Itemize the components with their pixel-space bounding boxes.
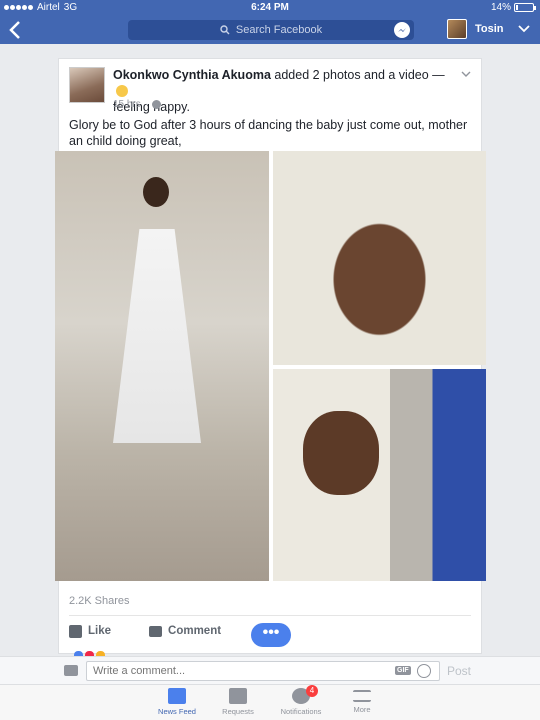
friend-requests-icon — [229, 688, 247, 704]
status-bar: Airtel 3G 6:24 PM 14% — [0, 0, 540, 16]
tab-label: Notifications — [280, 707, 322, 716]
profile-avatar — [447, 19, 467, 39]
public-globe-icon — [152, 100, 162, 109]
tab-label: News Feed — [158, 707, 196, 716]
news-feed-icon — [168, 688, 186, 704]
newborn-photo[interactable] — [273, 151, 486, 365]
like-label: Like — [88, 625, 112, 637]
like-button[interactable]: Like — [69, 624, 112, 638]
tab-label: More — [353, 705, 371, 714]
smiley-feeling-icon — [116, 85, 128, 97]
top-nav-bar: Search Facebook Tosin — [0, 16, 540, 44]
post-header: Okonkwo Cynthia Akuoma added 2 photos an… — [113, 67, 453, 115]
tab-more[interactable]: More — [322, 688, 402, 714]
comment-bar: GIF Post — [0, 656, 540, 684]
more-options-button[interactable]: ••• — [251, 623, 291, 647]
post-text: Glory be to God after 3 hours of dancing… — [69, 118, 468, 148]
video-figure-head — [143, 177, 169, 207]
post-card: Okonkwo Cynthia Akuoma added 2 photos an… — [55, 58, 486, 654]
thumbs-up-icon — [69, 624, 82, 638]
profile-name: Tosin — [475, 23, 504, 35]
search-placeholder: Search Facebook — [235, 24, 323, 36]
author-name[interactable]: Okonkwo Cynthia Akuoma — [113, 68, 271, 82]
clock: 6:24 PM — [251, 2, 289, 13]
search-bar[interactable]: Search Facebook — [128, 20, 414, 40]
messenger-icon[interactable] — [394, 22, 410, 38]
comment-label: Comment — [168, 625, 222, 637]
dancing-video[interactable] — [55, 151, 269, 581]
comment-input[interactable] — [86, 661, 440, 681]
nav-chevron-down-icon[interactable] — [518, 22, 530, 36]
comment-button[interactable]: Comment — [149, 625, 221, 637]
battery-status: 14% — [490, 2, 536, 13]
globe-notifications-icon: 4 — [292, 685, 318, 704]
post-time[interactable]: 15 hrs — [113, 99, 141, 110]
profile-shortcut[interactable]: Tosin — [447, 19, 504, 39]
search-icon — [220, 25, 230, 35]
emoji-icon[interactable] — [417, 664, 431, 678]
tab-label: Requests — [222, 707, 254, 716]
post-activity: added 2 photos and a video — — [274, 68, 445, 82]
video-figure-dress — [113, 229, 201, 443]
author-avatar[interactable] — [69, 67, 105, 103]
post-meta: 15 hrs · — [113, 99, 162, 110]
baby-face — [303, 411, 379, 495]
camera-icon[interactable] — [64, 665, 78, 676]
meta-separator: · — [144, 99, 149, 110]
speech-bubble-icon — [149, 625, 163, 637]
back-arrow-icon[interactable] — [8, 20, 28, 40]
bottom-tab-bar: News Feed Requests 4 Notifications More — [0, 684, 540, 720]
actions-divider — [69, 615, 471, 616]
post-comment-button[interactable]: Post — [447, 664, 471, 678]
shares-count[interactable]: 2.2K Shares — [69, 595, 130, 607]
gif-icon[interactable]: GIF — [395, 666, 411, 675]
hamburger-menu-icon — [353, 690, 371, 702]
post-options-chevron-icon[interactable] — [461, 69, 471, 81]
notification-badge: 4 — [306, 685, 318, 697]
battery-icon — [514, 3, 536, 12]
battery-percent: 14% — [490, 2, 511, 13]
newborn-and-mother-photo[interactable] — [273, 369, 486, 581]
